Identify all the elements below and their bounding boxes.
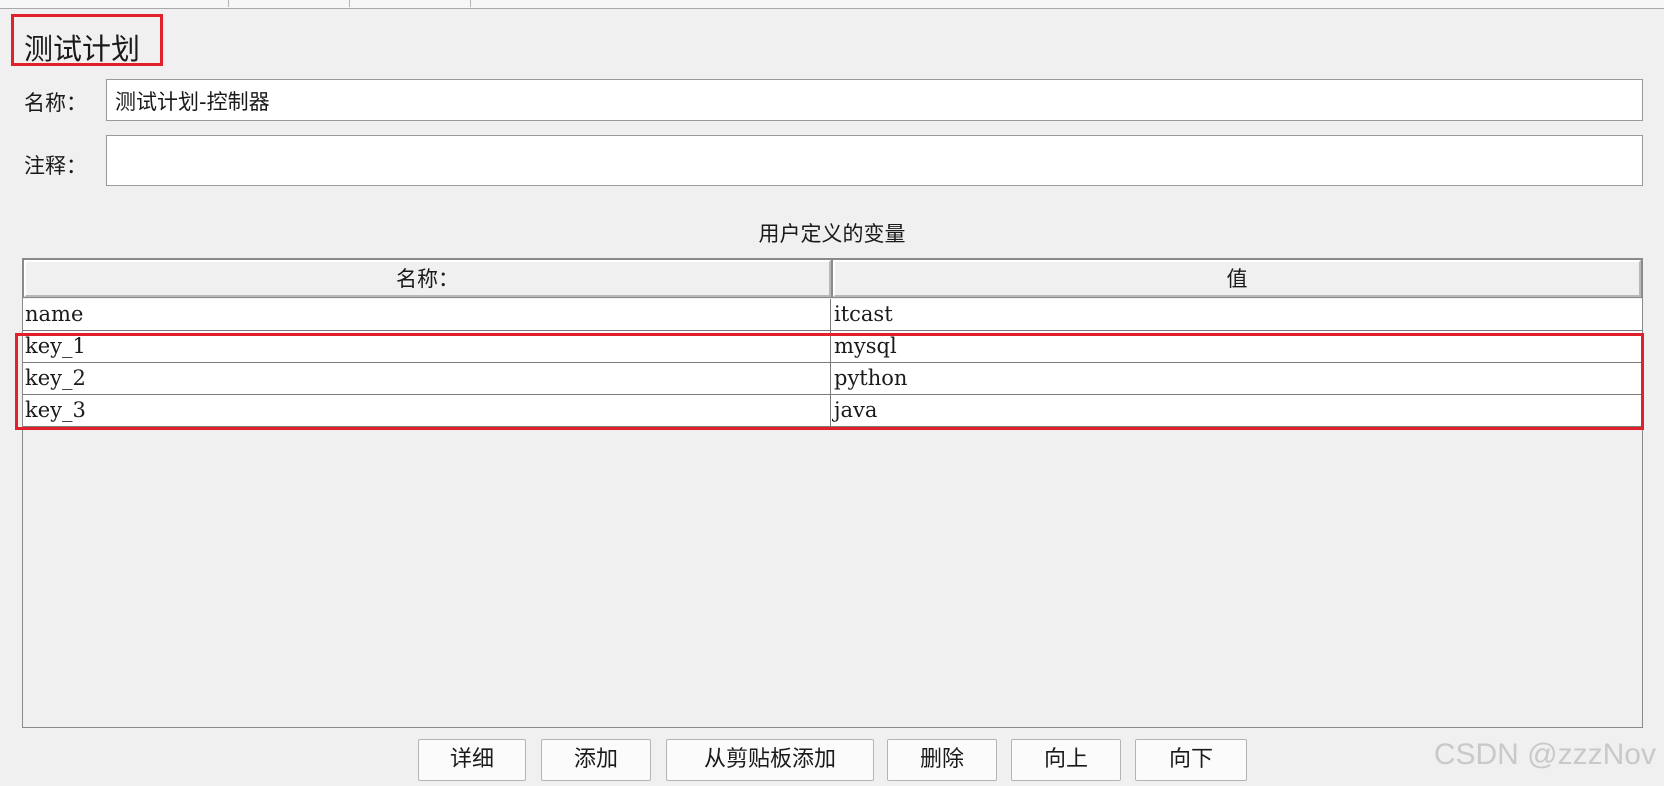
variable-value-cell[interactable]: java bbox=[831, 395, 1642, 426]
table-row[interactable]: key_1 mysql bbox=[23, 331, 1642, 363]
variable-name-cell[interactable]: key_3 bbox=[23, 395, 831, 426]
tab-divider bbox=[228, 0, 229, 7]
move-down-button[interactable]: 向下 bbox=[1135, 739, 1247, 781]
top-tab-strip bbox=[0, 0, 1664, 9]
move-up-button[interactable]: 向上 bbox=[1011, 739, 1121, 781]
comment-label: 注释： bbox=[24, 154, 87, 178]
tab-divider bbox=[470, 0, 471, 7]
name-input[interactable]: 测试计划-控制器 bbox=[106, 79, 1643, 121]
page-title: 测试计划 bbox=[24, 32, 141, 66]
table-row[interactable]: key_3 java bbox=[23, 395, 1642, 427]
variable-value-cell[interactable]: itcast bbox=[831, 299, 1642, 330]
column-header-value[interactable]: 值 bbox=[832, 259, 1642, 298]
variable-value-cell[interactable]: python bbox=[831, 363, 1642, 394]
tab-divider bbox=[349, 0, 350, 7]
table-header: 名称： 值 bbox=[23, 259, 1642, 299]
table-row[interactable]: key_2 python bbox=[23, 363, 1642, 395]
add-button[interactable]: 添加 bbox=[541, 739, 651, 781]
variable-name-cell[interactable]: key_2 bbox=[23, 363, 831, 394]
table-row[interactable]: name itcast bbox=[23, 299, 1642, 331]
variable-value-cell[interactable]: mysql bbox=[831, 331, 1642, 362]
variable-name-cell[interactable]: key_1 bbox=[23, 331, 831, 362]
add-from-clipboard-button[interactable]: 从剪贴板添加 bbox=[666, 739, 874, 781]
variables-section-title: 用户定义的变量 bbox=[758, 222, 906, 246]
variable-name-cell[interactable]: name bbox=[23, 299, 831, 330]
name-label: 名称： bbox=[24, 91, 87, 115]
delete-button[interactable]: 删除 bbox=[887, 739, 997, 781]
detail-button[interactable]: 详细 bbox=[418, 739, 526, 781]
comment-input[interactable] bbox=[106, 135, 1643, 186]
watermark: CSDN @zzzNov bbox=[1433, 738, 1656, 771]
column-header-name[interactable]: 名称： bbox=[23, 259, 832, 298]
variables-table: 名称： 值 name itcast key_1 mysql key_2 pyth… bbox=[22, 258, 1643, 728]
